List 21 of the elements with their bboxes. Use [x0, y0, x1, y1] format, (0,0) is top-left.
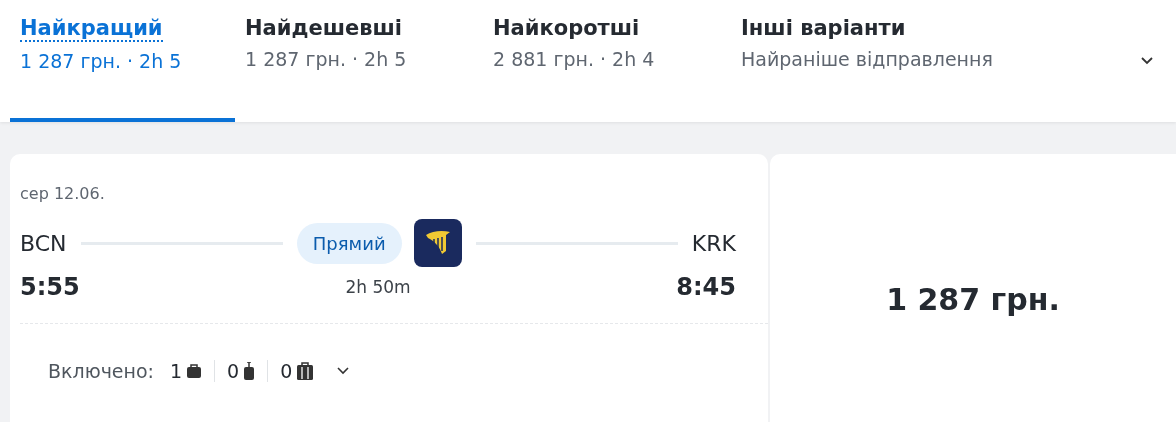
chevron-down-icon[interactable]	[1140, 56, 1154, 66]
chevron-down-icon[interactable]	[336, 366, 351, 376]
bag-icon	[186, 364, 203, 378]
sort-tab[interactable]: Найкращий 1 287 грн. · 2h 5	[10, 0, 235, 122]
flight-duration: 2h 50m	[345, 277, 411, 297]
baggage-label: Включено:	[48, 360, 154, 382]
sort-tab[interactable]: Інші варіанти Найраніше відправлення	[731, 0, 1111, 122]
baggage-count: 0	[280, 360, 293, 382]
direct-badge: Прямий	[296, 222, 402, 264]
luggage-icon	[296, 362, 315, 380]
arrival-time: 8:45	[676, 273, 736, 301]
departure-time: 5:55	[20, 273, 80, 301]
sort-tab[interactable]: Найкоротші 2 881 грн. · 2h 4	[483, 0, 731, 122]
price: 1 287 грн.	[886, 282, 1060, 317]
origin-code: BCN	[20, 230, 67, 256]
baggage-count: 1	[170, 360, 183, 382]
baggage-count: 0	[227, 360, 240, 382]
destination-code: KRK	[691, 230, 736, 256]
flight-date: сер 12.06.	[20, 184, 106, 203]
suitcase-icon	[243, 362, 256, 380]
sort-tab[interactable]: Найдешевші 1 287 грн. · 2h 5	[235, 0, 483, 122]
